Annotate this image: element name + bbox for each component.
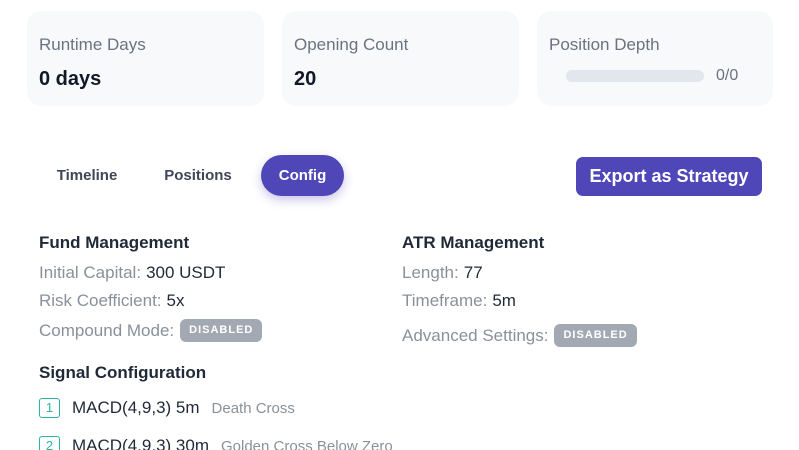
tab-config[interactable]: Config bbox=[261, 155, 344, 196]
opening-count-card: Opening Count 20 bbox=[282, 11, 519, 106]
initial-capital-row: Initial Capital: 300 USDT bbox=[39, 263, 225, 283]
tab-positions[interactable]: Positions bbox=[152, 155, 244, 196]
atr-length-row: Length: 77 bbox=[402, 263, 483, 283]
risk-coefficient-label: Risk Coefficient: bbox=[39, 291, 162, 310]
atr-length-label: Length: bbox=[402, 263, 459, 282]
compound-mode-label: Compound Mode: bbox=[39, 320, 175, 340]
signal-configuration-title: Signal Configuration bbox=[39, 363, 207, 382]
atr-timeframe-value: 5m bbox=[492, 291, 516, 310]
export-as-strategy-button[interactable]: Export as Strategy bbox=[576, 157, 762, 196]
position-depth-progress-bar bbox=[566, 70, 704, 82]
atr-timeframe-row: Timeframe: 5m bbox=[402, 291, 516, 311]
risk-coefficient-value: 5x bbox=[166, 291, 185, 310]
fund-management-title: Fund Management bbox=[39, 233, 190, 252]
atr-timeframe-label: Timeframe: bbox=[402, 291, 488, 310]
initial-capital-value: 300 USDT bbox=[146, 263, 226, 282]
compound-mode-row: Compound Mode: DISABLED bbox=[39, 319, 263, 342]
signal-number-badge: 1 bbox=[39, 398, 60, 418]
runtime-days-value: 0 days bbox=[39, 68, 102, 90]
initial-capital-label: Initial Capital: bbox=[39, 263, 142, 282]
signal-item: 1 MACD(4,9,3) 5m Death Cross bbox=[39, 398, 295, 418]
runtime-days-label: Runtime Days bbox=[39, 35, 146, 54]
opening-count-value: 20 bbox=[294, 68, 317, 90]
position-depth-value: 0/0 bbox=[716, 67, 739, 84]
atr-management-title: ATR Management bbox=[402, 233, 545, 252]
advanced-settings-label: Advanced Settings: bbox=[402, 325, 549, 345]
signal-number-badge: 2 bbox=[39, 436, 60, 450]
compound-mode-status-badge: DISABLED bbox=[180, 319, 263, 342]
risk-coefficient-row: Risk Coefficient: 5x bbox=[39, 291, 184, 311]
signal-condition: Death Cross bbox=[211, 399, 295, 417]
signal-indicator: MACD(4,9,3) 30m bbox=[72, 436, 209, 450]
tab-timeline[interactable]: Timeline bbox=[45, 155, 129, 196]
runtime-days-card: Runtime Days 0 days bbox=[27, 11, 264, 106]
opening-count-label: Opening Count bbox=[294, 35, 409, 54]
signal-item: 2 MACD(4,9,3) 30m Golden Cross Below Zer… bbox=[39, 436, 393, 450]
atr-length-value: 77 bbox=[463, 263, 483, 282]
advanced-settings-status-badge: DISABLED bbox=[554, 324, 637, 347]
signal-condition: Golden Cross Below Zero bbox=[220, 437, 393, 450]
position-depth-label: Position Depth bbox=[549, 35, 660, 54]
signal-indicator: MACD(4,9,3) 5m bbox=[72, 398, 200, 417]
advanced-settings-row: Advanced Settings: DISABLED bbox=[402, 324, 637, 347]
position-depth-card: Position Depth 0/0 bbox=[537, 11, 773, 106]
